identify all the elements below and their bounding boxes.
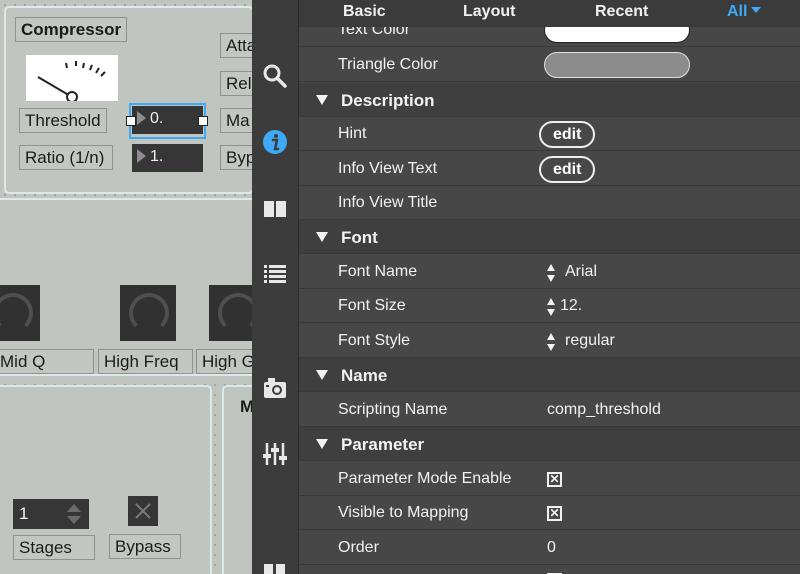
compressor-title[interactable]: Compressor bbox=[15, 17, 128, 42]
stages-number-box[interactable]: 1 bbox=[13, 499, 89, 529]
threshold-label[interactable]: Threshold bbox=[19, 108, 107, 133]
hint-edit-button[interactable]: edit bbox=[539, 121, 596, 148]
patcher-canvas[interactable]: Compressor Threshold Ratio (1/n) 0. 1. A… bbox=[0, 0, 252, 574]
stages-value: 1 bbox=[19, 504, 29, 523]
release-label[interactable]: Rel bbox=[220, 71, 252, 96]
parameter-mode-label: Parameter Mode Enable bbox=[338, 470, 512, 487]
stepper-icon[interactable] bbox=[547, 298, 556, 316]
stepper-icon[interactable] bbox=[547, 333, 556, 351]
camera-icon[interactable] bbox=[261, 374, 289, 402]
name-header: Name bbox=[341, 366, 388, 385]
scripting-name-label: Scripting Name bbox=[338, 401, 448, 418]
order-value[interactable]: 0 bbox=[547, 539, 556, 557]
mid-q-label[interactable]: Mid Q bbox=[0, 349, 94, 374]
high-freq-dial[interactable] bbox=[120, 285, 176, 341]
row-parameter-mode[interactable]: Parameter Mode Enable ✕ bbox=[299, 462, 800, 496]
triangle-icon bbox=[137, 149, 146, 163]
ratio-value: 1. bbox=[150, 148, 164, 165]
row-info-view-title[interactable]: Info View Title bbox=[299, 186, 800, 220]
row-next[interactable] bbox=[299, 565, 800, 574]
hint-label: Hint bbox=[338, 125, 367, 142]
row-font-name[interactable]: Font Name Arial bbox=[299, 255, 800, 289]
book-icon[interactable] bbox=[261, 195, 289, 223]
threshold-number-box[interactable]: 0. bbox=[132, 106, 203, 134]
collapse-arrow-icon bbox=[316, 370, 328, 380]
attack-label[interactable]: Atta bbox=[220, 33, 252, 58]
row-font-size[interactable]: Font Size 12. bbox=[299, 289, 800, 323]
stepper-arrows-icon[interactable] bbox=[65, 501, 83, 527]
section-parameter[interactable]: Parameter bbox=[299, 427, 800, 461]
text-color-label: Text Color bbox=[338, 27, 411, 38]
row-order[interactable]: Order 0 bbox=[299, 531, 800, 565]
text-color-swatch[interactable] bbox=[544, 27, 690, 43]
info-icon[interactable] bbox=[261, 128, 289, 156]
vu-meter bbox=[26, 55, 118, 101]
triangle-color-label: Triangle Color bbox=[338, 56, 438, 73]
bypass-short-label[interactable]: Byp bbox=[220, 145, 252, 170]
row-info-view-text[interactable]: Info View Text edit bbox=[299, 152, 800, 186]
font-size-value[interactable]: 12. bbox=[560, 297, 582, 315]
collapse-arrow-icon bbox=[316, 95, 328, 105]
selection-handle-left[interactable] bbox=[126, 116, 136, 126]
bypass-label[interactable]: Bypass bbox=[109, 534, 181, 559]
visible-mapping-label: Visible to Mapping bbox=[338, 504, 469, 521]
ratio-label[interactable]: Ratio (1/n) bbox=[19, 145, 113, 170]
tab-basic[interactable]: Basic bbox=[343, 3, 386, 21]
inspector-rows: Text Color Triangle Color Description Hi… bbox=[299, 27, 800, 574]
section-description[interactable]: Description bbox=[299, 83, 800, 117]
font-header: Font bbox=[341, 228, 378, 247]
collapse-arrow-icon bbox=[316, 439, 328, 449]
info-view-text-edit-button[interactable]: edit bbox=[539, 156, 596, 183]
inspector-panel: Basic Layout Recent All Text Color Trian… bbox=[252, 0, 800, 574]
description-header: Description bbox=[341, 91, 435, 110]
high-gain-label[interactable]: High G bbox=[196, 349, 252, 374]
info-view-text-label: Info View Text bbox=[338, 160, 438, 177]
selection-handle-right[interactable] bbox=[198, 116, 208, 126]
parameter-header: Parameter bbox=[341, 435, 425, 454]
tab-all[interactable]: All bbox=[727, 3, 762, 21]
threshold-value: 0. bbox=[150, 110, 164, 127]
section-name[interactable]: Name bbox=[299, 358, 800, 392]
makeup-label[interactable]: Ma bbox=[220, 108, 252, 133]
font-size-label: Font Size bbox=[338, 297, 406, 314]
mid-q-dial[interactable] bbox=[0, 285, 40, 341]
row-scripting-name[interactable]: Scripting Name comp_threshold bbox=[299, 393, 800, 427]
stepper-icon[interactable] bbox=[547, 264, 556, 282]
inspector-tabs: Basic Layout Recent All bbox=[299, 0, 800, 27]
bypass-toggle[interactable] bbox=[128, 496, 158, 526]
triangle-icon bbox=[137, 111, 146, 125]
more-icon[interactable] bbox=[261, 562, 289, 574]
inspector-sidebar bbox=[252, 0, 299, 574]
search-icon[interactable] bbox=[261, 62, 289, 90]
high-gain-dial[interactable] bbox=[209, 285, 252, 341]
font-style-label: Font Style bbox=[338, 332, 411, 349]
order-label: Order bbox=[338, 539, 379, 556]
triangle-color-swatch[interactable] bbox=[544, 52, 690, 78]
stages-label[interactable]: Stages bbox=[13, 535, 95, 560]
row-font-style[interactable]: Font Style regular bbox=[299, 324, 800, 358]
row-text-color[interactable]: Text Color bbox=[299, 27, 800, 47]
visible-mapping-checkbox[interactable]: ✕ bbox=[547, 506, 562, 521]
section-font[interactable]: Font bbox=[299, 220, 800, 254]
font-style-value[interactable]: regular bbox=[565, 332, 615, 350]
close-icon bbox=[135, 503, 151, 519]
tab-recent[interactable]: Recent bbox=[595, 3, 648, 21]
sliders-icon[interactable] bbox=[261, 440, 289, 468]
scripting-name-value[interactable]: comp_threshold bbox=[547, 401, 661, 419]
font-name-value[interactable]: Arial bbox=[565, 263, 597, 281]
high-freq-label[interactable]: High Freq bbox=[98, 349, 193, 374]
tab-all-label: All bbox=[727, 3, 748, 20]
row-hint[interactable]: Hint edit bbox=[299, 117, 800, 151]
partial-panel-label: M bbox=[240, 397, 252, 416]
list-icon[interactable] bbox=[261, 260, 289, 288]
row-triangle-color[interactable]: Triangle Color bbox=[299, 48, 800, 82]
info-view-title-label: Info View Title bbox=[338, 194, 438, 211]
chevron-down-icon bbox=[751, 7, 762, 13]
collapse-arrow-icon bbox=[316, 232, 328, 242]
tab-layout[interactable]: Layout bbox=[463, 3, 515, 21]
parameter-mode-checkbox[interactable]: ✕ bbox=[547, 472, 562, 487]
row-visible-mapping[interactable]: Visible to Mapping ✕ bbox=[299, 496, 800, 530]
ratio-number-box[interactable]: 1. bbox=[132, 144, 203, 172]
font-name-label: Font Name bbox=[338, 263, 418, 280]
